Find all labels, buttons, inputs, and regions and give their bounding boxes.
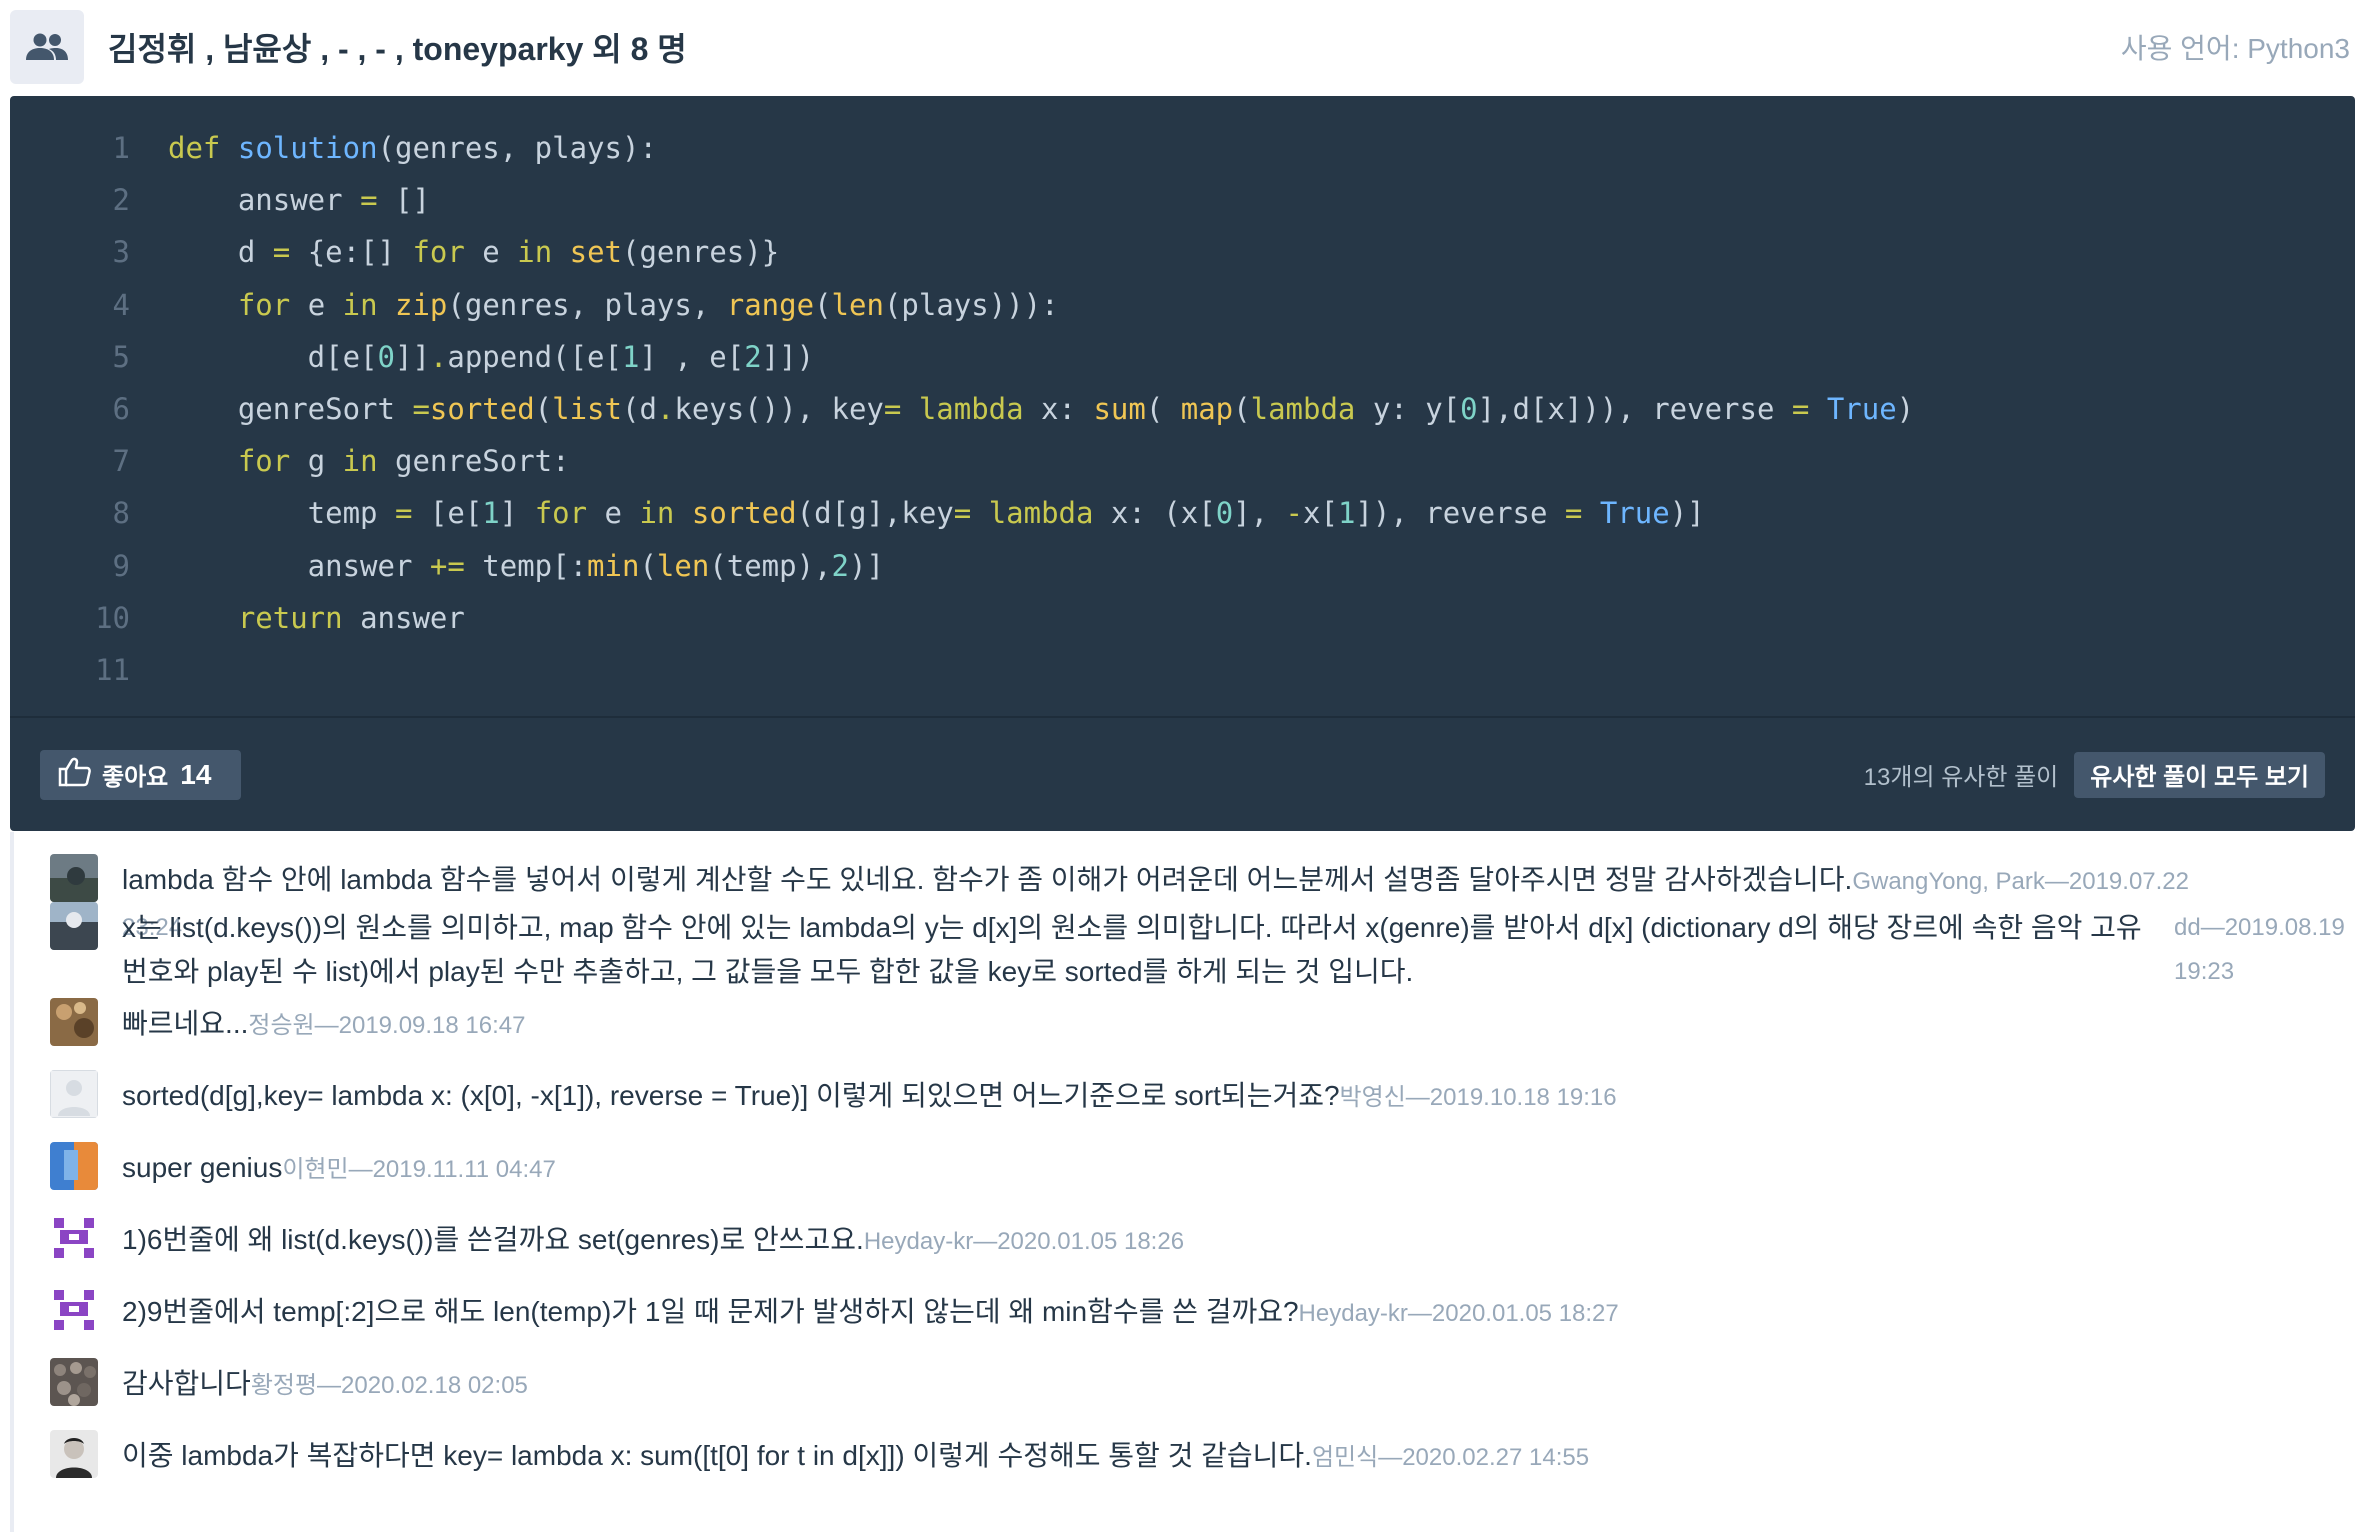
line-number: 1 <box>112 131 130 165</box>
similar-count: 13개의 유사한 풀이 <box>1863 764 2059 791</box>
comment-item: x는 list(d.keys())의 원소를 의미하고, map 함수 안에 있… <box>50 902 2350 994</box>
language-label: 사용 언어: Python3 <box>2120 33 2350 64</box>
comment-text: 감사합니다 <box>122 1368 251 1399</box>
comment-meta: 이현민—2019.11.11 04:47 <box>282 1156 556 1183</box>
line-number: 3 <box>112 235 130 270</box>
avatar <box>50 1430 98 1478</box>
avatar <box>50 1214 98 1262</box>
code-footer: 좋아요 14 13개의 유사한 풀이 유사한 풀이 모두 보기 <box>10 718 2355 831</box>
avatar <box>50 1286 98 1334</box>
comment-item: 2)9번줄에서 temp[:2]으로 해도 len(temp)가 1일 때 문제… <box>50 1286 2350 1336</box>
code-text: genreSort =sorted(list(d.keys()), key= l… <box>168 391 1915 426</box>
code-viewer: 1 def solution(genres, plays): 2 answer =… <box>10 96 2355 831</box>
comment-item: super genius이현민—2019.11.11 04:47 <box>50 1142 2350 1192</box>
comment-body: 이중 lambda가 복잡하다면 key= lambda x: sum([t[0… <box>122 1434 2222 1480</box>
avatar <box>50 1142 98 1190</box>
code-text: for e in zip(genres, plays, range(len(pl… <box>237 287 1059 322</box>
solution-header: 김정휘 , 남윤상 , - , - , toneyparky 외 8 명 사용 … <box>10 10 2356 84</box>
comment-meta: 엄민식—2020.02.27 14:55 <box>1311 1444 1590 1471</box>
line-number: 4 <box>112 287 130 322</box>
code-text: d[e[0]].append([e[1] , e[2]]) <box>168 339 815 374</box>
code-line: 11 <box>10 644 2355 696</box>
comment-body: 감사합니다황정평—2020.02.18 02:05 <box>122 1362 2222 1408</box>
comment-meta: Heyday-kr—2020.01.05 18:27 <box>1298 1300 1619 1327</box>
team-names: 김정휘 , 남윤상 , - , - , toneyparky 외 8 명 <box>108 31 687 67</box>
comment-item: 빠르네요...정승원—2019.09.18 16:47 <box>50 998 2350 1048</box>
code-line: 1 def solution(genres, plays): <box>10 122 2355 174</box>
comment-text: sorted(d[g],key= lambda x: (x[0], -x[1])… <box>122 1080 1340 1111</box>
comment-text: 빠르네요... <box>122 1008 249 1039</box>
comment-text: super genius <box>122 1152 283 1183</box>
like-button[interactable]: 좋아요 14 <box>40 749 242 800</box>
avatar <box>50 998 98 1046</box>
comment-item: 1)6번줄에 왜 list(d.keys())를 쓴걸까요 set(genres… <box>50 1214 2350 1264</box>
line-number: 5 <box>112 339 130 374</box>
code-line: 5 d[e[0]].append([e[1] , e[2]]) <box>10 331 2355 383</box>
code-text: answer += temp[:min(len(temp),2)] <box>168 548 884 583</box>
comment-meta: Heyday-kr—2020.01.05 18:26 <box>863 1228 1185 1255</box>
comment-body: 1)6번줄에 왜 list(d.keys())를 쓴걸까요 set(genres… <box>122 1218 2222 1264</box>
people-icon <box>10 10 84 84</box>
line-number: 2 <box>112 183 130 218</box>
code-line: 2 answer = [] <box>10 174 2355 226</box>
comment-body: 2)9번줄에서 temp[:2]으로 해도 len(temp)가 1일 때 문제… <box>122 1290 2222 1336</box>
code-line: 3 d = {e:[] for e in set(genres)} <box>10 226 2355 278</box>
comment-item: sorted(d[g],key= lambda x: (x[0], -x[1])… <box>50 1070 2350 1120</box>
line-number: 6 <box>112 391 130 426</box>
line-number: 10 <box>95 600 130 635</box>
comment-text: 2)9번줄에서 temp[:2]으로 해도 len(temp)가 1일 때 문제… <box>122 1296 1299 1327</box>
code-body: 1 def solution(genres, plays): 2 answer =… <box>10 122 2355 696</box>
avatar <box>50 902 98 950</box>
code-text: answer = [] <box>168 183 430 218</box>
avatar <box>50 1070 98 1118</box>
code-line: 8 temp = [e[1] for e in sorted(d[g],key=… <box>10 487 2355 539</box>
comment-text: 1)6번줄에 왜 list(d.keys())를 쓴걸까요 set(genres… <box>122 1224 864 1255</box>
avatar <box>50 854 98 902</box>
code-text: d = {e:[] for e in set(genres)} <box>168 235 780 270</box>
thumbs-up-icon <box>58 757 92 792</box>
line-number: 11 <box>95 652 130 687</box>
like-label: 좋아요 <box>102 764 169 791</box>
line-number: 8 <box>112 496 130 531</box>
line-number: 7 <box>112 444 130 479</box>
line-number: 9 <box>112 548 130 583</box>
comment-body: super genius이현민—2019.11.11 04:47 <box>122 1146 2222 1192</box>
comment-meta: 박영신—2019.10.18 19:16 <box>1339 1084 1617 1111</box>
code-text: temp = [e[1] for e in sorted(d[g],key= l… <box>168 496 1705 531</box>
comment-body: 빠르네요...정승원—2019.09.18 16:47 <box>122 1002 2222 1048</box>
comment-text: x는 list(d.keys())의 원소를 의미하고, map 함수 안에 있… <box>122 912 2142 987</box>
comment-text: lambda 함수 안에 lambda 함수를 넣어서 이렇게 계산할 수도 있… <box>122 864 1853 895</box>
comment-item: 감사합니다황정평—2020.02.18 02:05 <box>50 1358 2350 1408</box>
like-count: 14 <box>180 758 212 790</box>
comment-body: x는 list(d.keys())의 원소를 의미하고, map 함수 안에 있… <box>122 906 2162 994</box>
code-line: 10 return answer <box>10 592 2355 644</box>
comment-body: sorted(d[g],key= lambda x: (x[0], -x[1])… <box>122 1074 2222 1120</box>
comment-meta: 황정평—2020.02.18 02:05 <box>250 1372 528 1399</box>
code-text: for g in genreSort: <box>237 444 570 479</box>
comment-meta: 정승원—2019.09.18 16:47 <box>248 1012 526 1039</box>
code-text: def solution(genres, plays): <box>168 131 657 165</box>
code-line: 4 for e in zip(genres, plays, range(len(… <box>10 279 2355 331</box>
comment-item: 이중 lambda가 복잡하다면 key= lambda x: sum([t[0… <box>50 1430 2350 1480</box>
code-text: return answer <box>237 600 465 635</box>
avatar <box>50 1358 98 1406</box>
comment-text: 이중 lambda가 복잡하다면 key= lambda x: sum([t[0… <box>122 1440 1312 1471</box>
comment-meta: dd—2019.08.19 19:23 <box>2174 914 2345 985</box>
code-line: 7 for g in genreSort: <box>10 435 2355 487</box>
code-line: 6 genreSort =sorted(list(d.keys()), key=… <box>10 383 2355 435</box>
comment-list: lambda 함수 안에 lambda 함수를 넣어서 이렇게 계산할 수도 있… <box>10 832 2360 1532</box>
code-line: 9 answer += temp[:min(len(temp),2)] <box>10 540 2355 592</box>
view-similar-button[interactable]: 유사한 풀이 모두 보기 <box>2074 751 2325 798</box>
